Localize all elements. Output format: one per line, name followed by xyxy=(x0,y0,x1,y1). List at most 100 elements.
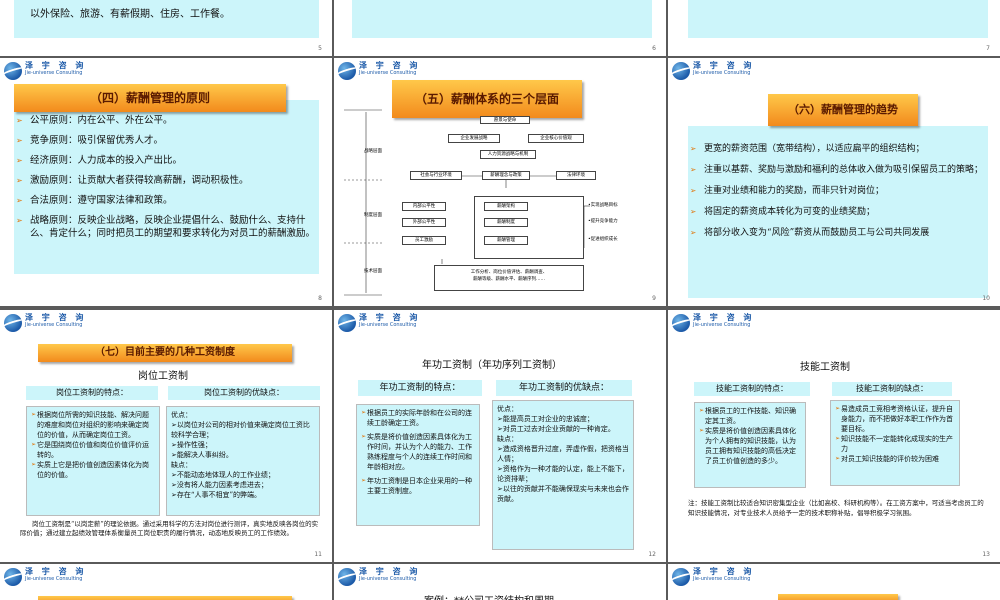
company-logo: 泽 宇 咨 询 Jie-universe Consulting xyxy=(338,314,420,334)
feature-item: 实质上它是把价值创造因素体化为岗位的价值。 xyxy=(31,460,155,480)
logo-en: Jie-universe Consulting xyxy=(359,70,417,76)
globe-icon xyxy=(4,568,22,586)
slide-13[interactable]: 泽 宇 咨 询 Jie-universe Consulting 技能工资制 技能工… xyxy=(668,310,1000,562)
slide-7[interactable]: 7 xyxy=(668,0,1000,56)
pros-cons-box: 优点： ➢能提高员工对企业的忠诚度； ➢对员工过去对企业贡献的一种肯定。 缺点：… xyxy=(492,400,634,550)
content-box xyxy=(352,0,652,38)
globe-icon xyxy=(672,568,690,586)
logo-en: Jie-universe Consulting xyxy=(25,70,83,76)
globe-icon xyxy=(4,314,22,332)
features-box: 根据员工的实际年龄和在公司的连续工龄确定工资。 实质是将价值创造因素具体化为工作… xyxy=(356,404,480,526)
slide-15[interactable]: 泽 宇 咨 询Jie-universe Consulting 案例：**公司工资… xyxy=(334,564,666,600)
principles-list: 公平原则：内在公平、外在公平。 竞争原则：吸引保留优秀人才。 经济原则：人力成本… xyxy=(16,114,316,240)
slide-16[interactable]: 泽 宇 咨 询 Jie-universe Consulting xyxy=(668,564,1000,600)
layer-label: 技术层面 xyxy=(364,269,382,274)
column-header: 岗位工资制的特点： xyxy=(26,386,158,400)
logo-cn: 泽 宇 咨 询 xyxy=(25,313,87,322)
page-number: 7 xyxy=(986,45,990,52)
con-item: 知识技能不一定能转化成现实的生产力 xyxy=(835,434,955,454)
feature-item: 实质是将价值创造因素具体化为个人拥有的知识技能，认为员工拥有知识技能的高低决定了… xyxy=(699,426,801,466)
principle-item: 激励原则：让贡献大者获得较高薪酬，调动积极性。 xyxy=(16,174,316,187)
goal-label: •提升竞争能力 xyxy=(588,219,618,224)
feature-item: 年功工资制是日本企业采用的一种主要工资制度。 xyxy=(361,476,475,496)
principle-item: 战略原则：反映企业战略，反映企业提倡什么、鼓励什么、支持什么、肯定什么；同时把员… xyxy=(16,214,316,240)
logo-en: Jie-universe Consulting xyxy=(693,70,751,76)
trend-item: 将固定的薪资成本转化为可变的业绩奖励； xyxy=(690,205,986,219)
slide-10[interactable]: 泽 宇 咨 询 Jie-universe Consulting （六）薪酬管理的趋… xyxy=(668,58,1000,306)
company-logo: 泽 宇 咨 询 Jie-universe Consulting xyxy=(4,314,86,334)
slide-6[interactable]: 6 xyxy=(334,0,666,56)
company-logo: 泽 宇 咨 询 Jie-universe Consulting xyxy=(4,568,86,588)
slide-title xyxy=(778,594,898,600)
company-logo: 泽 宇 咨 询 Jie-universe Consulting xyxy=(338,62,420,82)
column-header: 年功工资制的优缺点： xyxy=(496,380,632,396)
diagram-box: 员工激励 xyxy=(402,236,446,245)
slide-5[interactable]: 以外保险、旅游、有薪假期、住房、工作餐。 5 xyxy=(0,0,332,56)
pay-system-diagram: 战略层面 制度层面 技术层面 愿景与使命 企业发展战略 企业核心价值观 人力资源… xyxy=(344,108,656,300)
diagram-box: 企业发展战略 xyxy=(448,134,500,143)
logo-cn: 泽 宇 咨 询 xyxy=(359,567,421,576)
feature-item: 实质是将价值创造因素具体化为工作时间，并认为个人的能力、工作熟练程度与个人的连续… xyxy=(361,432,475,472)
slide-11[interactable]: 泽 宇 咨 询 Jie-universe Consulting （七）目前主要的几… xyxy=(0,310,332,562)
layer-label: 制度层面 xyxy=(364,213,382,218)
principle-item: 合法原则：遵守国家法律和政策。 xyxy=(16,194,316,207)
diagram-box: 薪酬架构 xyxy=(484,202,528,211)
column-header: 岗位工资制的优缺点： xyxy=(168,386,320,400)
goal-label: •实现战略目标 xyxy=(588,203,618,208)
page-number: 13 xyxy=(982,551,990,558)
diagram-box: 内部公平性 xyxy=(402,202,446,211)
column-header: 技能工资制的特点： xyxy=(694,382,810,396)
diagram-box: 愿景与使命 xyxy=(480,116,530,124)
slide-8[interactable]: 泽 宇 咨 询 Jie-universe Consulting （四）薪酬管理的原… xyxy=(0,58,332,306)
globe-icon xyxy=(4,62,22,80)
diagram-box: 薪酬理念与政策 xyxy=(482,171,530,180)
slide-14[interactable]: 泽 宇 咨 询 Jie-universe Consulting xyxy=(0,564,332,600)
features-list: 根据员工的工作技能、知识确定其工资。 实质是将价值创造因素具体化为个人拥有的知识… xyxy=(699,406,801,466)
layer-label: 战略层面 xyxy=(364,149,382,154)
globe-icon xyxy=(338,314,356,332)
logo-cn: 泽 宇 咨 询 xyxy=(359,61,421,70)
features-box: 根据岗位所需的知识技能、解决问题的难度和岗位对组织的影响来确定岗位的价值，从而确… xyxy=(26,406,160,516)
feature-item: 根据员工的实际年龄和在公司的连续工龄确定工资。 xyxy=(361,408,475,428)
slide-title: （六）薪酬管理的趋势 xyxy=(768,94,918,126)
con-item: 对员工知识技能的评价较为困难 xyxy=(835,454,955,464)
page-number: 9 xyxy=(652,295,656,302)
globe-icon xyxy=(672,62,690,80)
slide-9[interactable]: 泽 宇 咨 询 Jie-universe Consulting （五）薪酬体系的三… xyxy=(334,58,666,306)
pros-cons-text: 优点： ➢以岗位对公司的相对价值来确定岗位工资比较科学合理； ➢操作性强； ➢能… xyxy=(171,411,310,499)
tech-text: 工作分析、岗位价值评估、薪酬调查、 xyxy=(470,270,548,275)
trend-item: 注重以基薪、奖励与激励和福利的总体收入做为吸引保留员工的策略； xyxy=(690,163,986,177)
diagram-box: 社会与行业环境 xyxy=(410,171,462,180)
section-subtitle: 岗位工资制 xyxy=(138,371,188,382)
company-logo: 泽 宇 咨 询 Jie-universe Consulting xyxy=(672,568,754,588)
logo-en: Jie-universe Consulting xyxy=(693,576,751,582)
page-number: 6 xyxy=(652,45,656,52)
company-logo: 泽 宇 咨 询 Jie-universe Consulting xyxy=(4,62,86,82)
slide-title xyxy=(38,596,292,600)
logo-en: Jie-universe Consulting xyxy=(359,576,417,582)
company-logo: 泽 宇 咨 询 Jie-universe Consulting xyxy=(672,314,754,334)
slide-note: 岗位工资制是“以岗定薪”的理论依据。通过采用科学的方法对岗位进行测评，真实地反映… xyxy=(20,520,319,537)
diagram-box: 外部公平性 xyxy=(402,218,446,227)
logo-cn: 泽 宇 咨 询 xyxy=(693,567,755,576)
goal-label: •促进组织成长 xyxy=(588,237,618,242)
page-number: 8 xyxy=(318,295,322,302)
company-logo: 泽 宇 咨 询 Jie-universe Consulting xyxy=(672,62,754,82)
diagram-box: 薪酬制度 xyxy=(484,218,528,227)
cons-box: 易造成员工竞相考资格认证，提升自身能力，而不把做好本职工作作为首要目标。 知识技… xyxy=(830,400,960,486)
slide-title: （四）薪酬管理的原则 xyxy=(14,84,286,112)
diagram-box: 法律环境 xyxy=(556,171,596,180)
globe-icon xyxy=(338,62,356,80)
cons-list: 易造成员工竞相考资格认证，提升自身能力，而不把做好本职工作作为首要目标。 知识技… xyxy=(835,404,955,464)
slide-12[interactable]: 泽 宇 咨 询 Jie-universe Consulting 年功工资制（年功序… xyxy=(334,310,666,562)
features-list: 根据岗位所需的知识技能、解决问题的难度和岗位对组织的影响来确定岗位的价值，从而确… xyxy=(31,410,155,480)
slide-title: （七）目前主要的几种工资制度 xyxy=(38,344,292,362)
con-item: 易造成员工竞相考资格认证，提升自身能力，而不把做好本职工作作为首要目标。 xyxy=(835,404,955,434)
globe-icon xyxy=(338,568,356,586)
column-header: 年功工资制的特点： xyxy=(358,380,482,396)
column-header: 技能工资制的缺点： xyxy=(832,382,952,396)
slide-title: 技能工资制 xyxy=(800,362,850,373)
logo-cn: 泽 宇 咨 询 xyxy=(693,61,755,70)
company-logo: 泽 宇 咨 询 Jie-universe Consulting xyxy=(338,568,420,588)
logo-cn: 泽 宇 咨 询 xyxy=(693,313,755,322)
